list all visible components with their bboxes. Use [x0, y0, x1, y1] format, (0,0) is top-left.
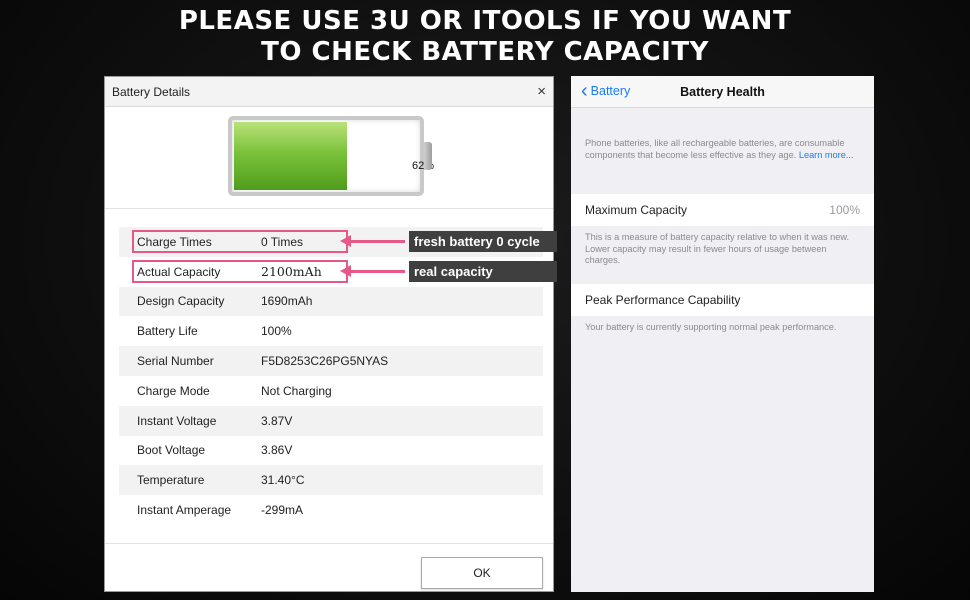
peak-performance-note: Your battery is currently supporting nor…	[585, 322, 837, 332]
table-row: Temperature 31.40°C	[119, 465, 543, 496]
dialog-title: Battery Details	[112, 84, 191, 99]
table-row: Boot Voltage 3.86V	[119, 436, 543, 466]
row-label: Battery Life	[137, 324, 198, 339]
annotation-label: fresh battery 0 cycle	[409, 231, 557, 252]
battery-details-dialog: Battery Details × 62% Charge Times 0 Tim…	[104, 76, 557, 592]
battery-level-fill	[234, 122, 347, 190]
peak-performance-label: Peak Performance Capability	[585, 293, 741, 307]
row-label: Instant Amperage	[137, 503, 232, 518]
battery-terminal	[424, 142, 432, 170]
maximum-capacity-label: Maximum Capacity	[585, 203, 688, 217]
row-value: -299mA	[261, 503, 304, 518]
headline: PLEASE USE 3U OR ITOOLS IF YOU WANT TO C…	[0, 6, 970, 68]
row-value: 100%	[261, 324, 292, 339]
row-value: 31.40°C	[261, 473, 305, 488]
row-label: Boot Voltage	[137, 443, 206, 458]
peak-performance-cell: Peak Performance Capability	[571, 284, 874, 316]
battery-icon: 62%	[228, 116, 434, 196]
headline-line-1: PLEASE USE 3U OR ITOOLS IF YOU WANT	[178, 6, 792, 36]
row-label: Temperature	[137, 473, 205, 488]
table-row: Charge Mode Not Charging	[119, 376, 543, 406]
arrow-left-icon	[340, 235, 405, 247]
table-row: Actual Capacity 2100mAh real capacity	[119, 257, 557, 287]
table-row: Battery Life 100%	[119, 316, 543, 346]
page-title: Battery Health	[680, 85, 765, 99]
divider	[105, 543, 553, 544]
table-row: Design Capacity 1690mAh	[119, 286, 543, 317]
row-value: 3.86V	[261, 443, 293, 458]
learn-more-link[interactable]: Learn more...	[799, 150, 854, 160]
row-value: 1690mAh	[261, 294, 313, 309]
ios-battery-health-screen: ‹ Battery Battery Health Phone batteries…	[571, 76, 874, 592]
row-value: Not Charging	[261, 383, 332, 398]
table-row: Charge Times 0 Times fresh battery 0 cyc…	[119, 227, 557, 257]
row-label: Instant Voltage	[137, 413, 217, 428]
highlight-box	[132, 230, 348, 253]
table-row: Instant Amperage -299mA	[119, 495, 543, 525]
dialog-title-bar: Battery Details ×	[105, 77, 553, 107]
maximum-capacity-value: 100%	[829, 203, 860, 217]
ios-nav-bar: ‹ Battery Battery Health	[571, 76, 874, 108]
maximum-capacity-cell: Maximum Capacity 100%	[571, 194, 874, 226]
annotation-label: real capacity	[409, 260, 557, 282]
battery-details-table: Charge Times 0 Times fresh battery 0 cyc…	[119, 227, 557, 525]
row-value: F5D8253C26PG5NYAS	[261, 354, 389, 369]
row-value: 3.87V	[261, 413, 293, 428]
battery-graphic: 62%	[105, 108, 553, 209]
close-icon[interactable]: ×	[537, 84, 546, 99]
row-label: Design Capacity	[137, 294, 225, 309]
table-row: Serial Number F5D8253C26PG5NYAS	[119, 346, 543, 376]
ok-button[interactable]: OK	[421, 557, 543, 589]
intro-note: Phone batteries, like all rechargeable b…	[571, 138, 874, 194]
highlight-box	[132, 259, 348, 283]
row-label: Charge Mode	[137, 383, 210, 398]
row-label: Serial Number	[137, 354, 214, 369]
headline-line-2: TO CHECK BATTERY CAPACITY	[261, 37, 709, 67]
maximum-capacity-note: This is a measure of battery capacity re…	[585, 232, 850, 265]
table-row: Instant Voltage 3.87V	[119, 405, 543, 436]
arrow-left-icon	[340, 264, 405, 277]
